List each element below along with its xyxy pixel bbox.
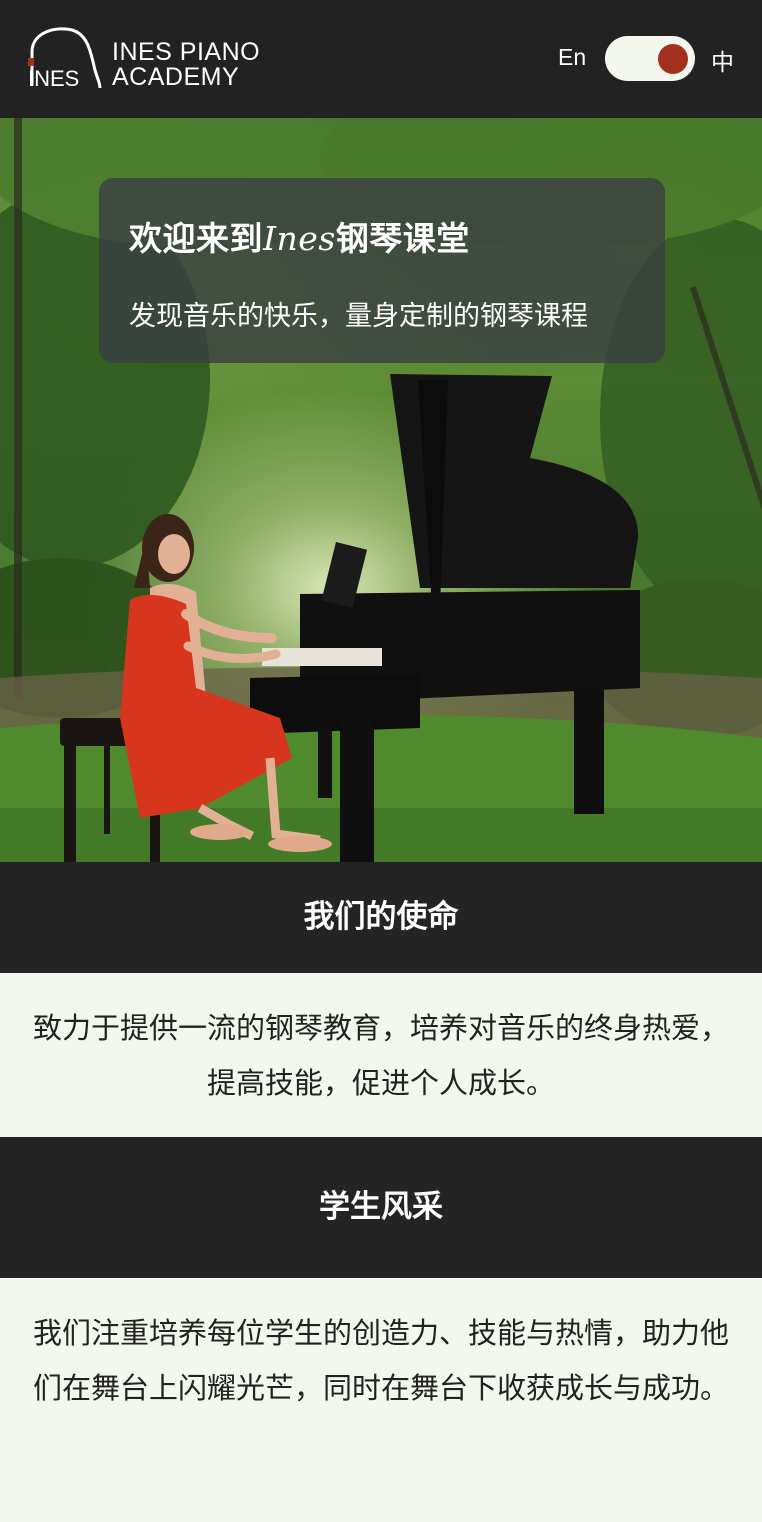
mission-heading: 我们的使命 bbox=[0, 862, 762, 973]
hero-title-brand: Ines bbox=[263, 219, 336, 258]
lang-en-label[interactable]: En bbox=[558, 44, 586, 71]
brand-name: INES PIANO ACADEMY bbox=[112, 40, 260, 90]
toggle-knob bbox=[658, 44, 688, 74]
brand-line-2: ACADEMY bbox=[112, 63, 240, 91]
lang-zh-label[interactable]: 中 bbox=[711, 43, 734, 77]
brand-line-1: INES PIANO bbox=[112, 38, 261, 66]
ines-logo[interactable]: INES INES PIANO ACADEMY bbox=[26, 26, 296, 92]
site-header: INES INES PIANO ACADEMY En 中 bbox=[0, 0, 762, 118]
hero-title-suffix: 钢琴课堂 bbox=[335, 219, 470, 258]
hero-section: 欢迎来到Ines钢琴课堂 发现音乐的快乐，量身定制的钢琴课程 bbox=[0, 118, 762, 862]
hero-subtitle: 发现音乐的快乐，量身定制的钢琴课程 bbox=[129, 301, 588, 332]
language-toggle[interactable] bbox=[605, 36, 695, 81]
logo-mark-text: INES bbox=[28, 66, 79, 91]
piano-arch-logo-icon: INES bbox=[28, 27, 102, 91]
hero-title: 欢迎来到Ines钢琴课堂 bbox=[129, 212, 470, 260]
mission-body: 致力于提供一流的钢琴教育，培养对音乐的终身热爱，提高技能，促进个人成长。 bbox=[0, 973, 762, 1137]
hero-title-prefix: 欢迎来到 bbox=[129, 219, 263, 258]
students-heading: 学生风采 bbox=[0, 1137, 762, 1278]
students-body: 我们注重培养每位学生的创造力、技能与热情，助力他们在舞台上闪耀光芒，同时在舞台下… bbox=[0, 1278, 762, 1522]
welcome-card: 欢迎来到Ines钢琴课堂 发现音乐的快乐，量身定制的钢琴课程 bbox=[99, 178, 665, 363]
